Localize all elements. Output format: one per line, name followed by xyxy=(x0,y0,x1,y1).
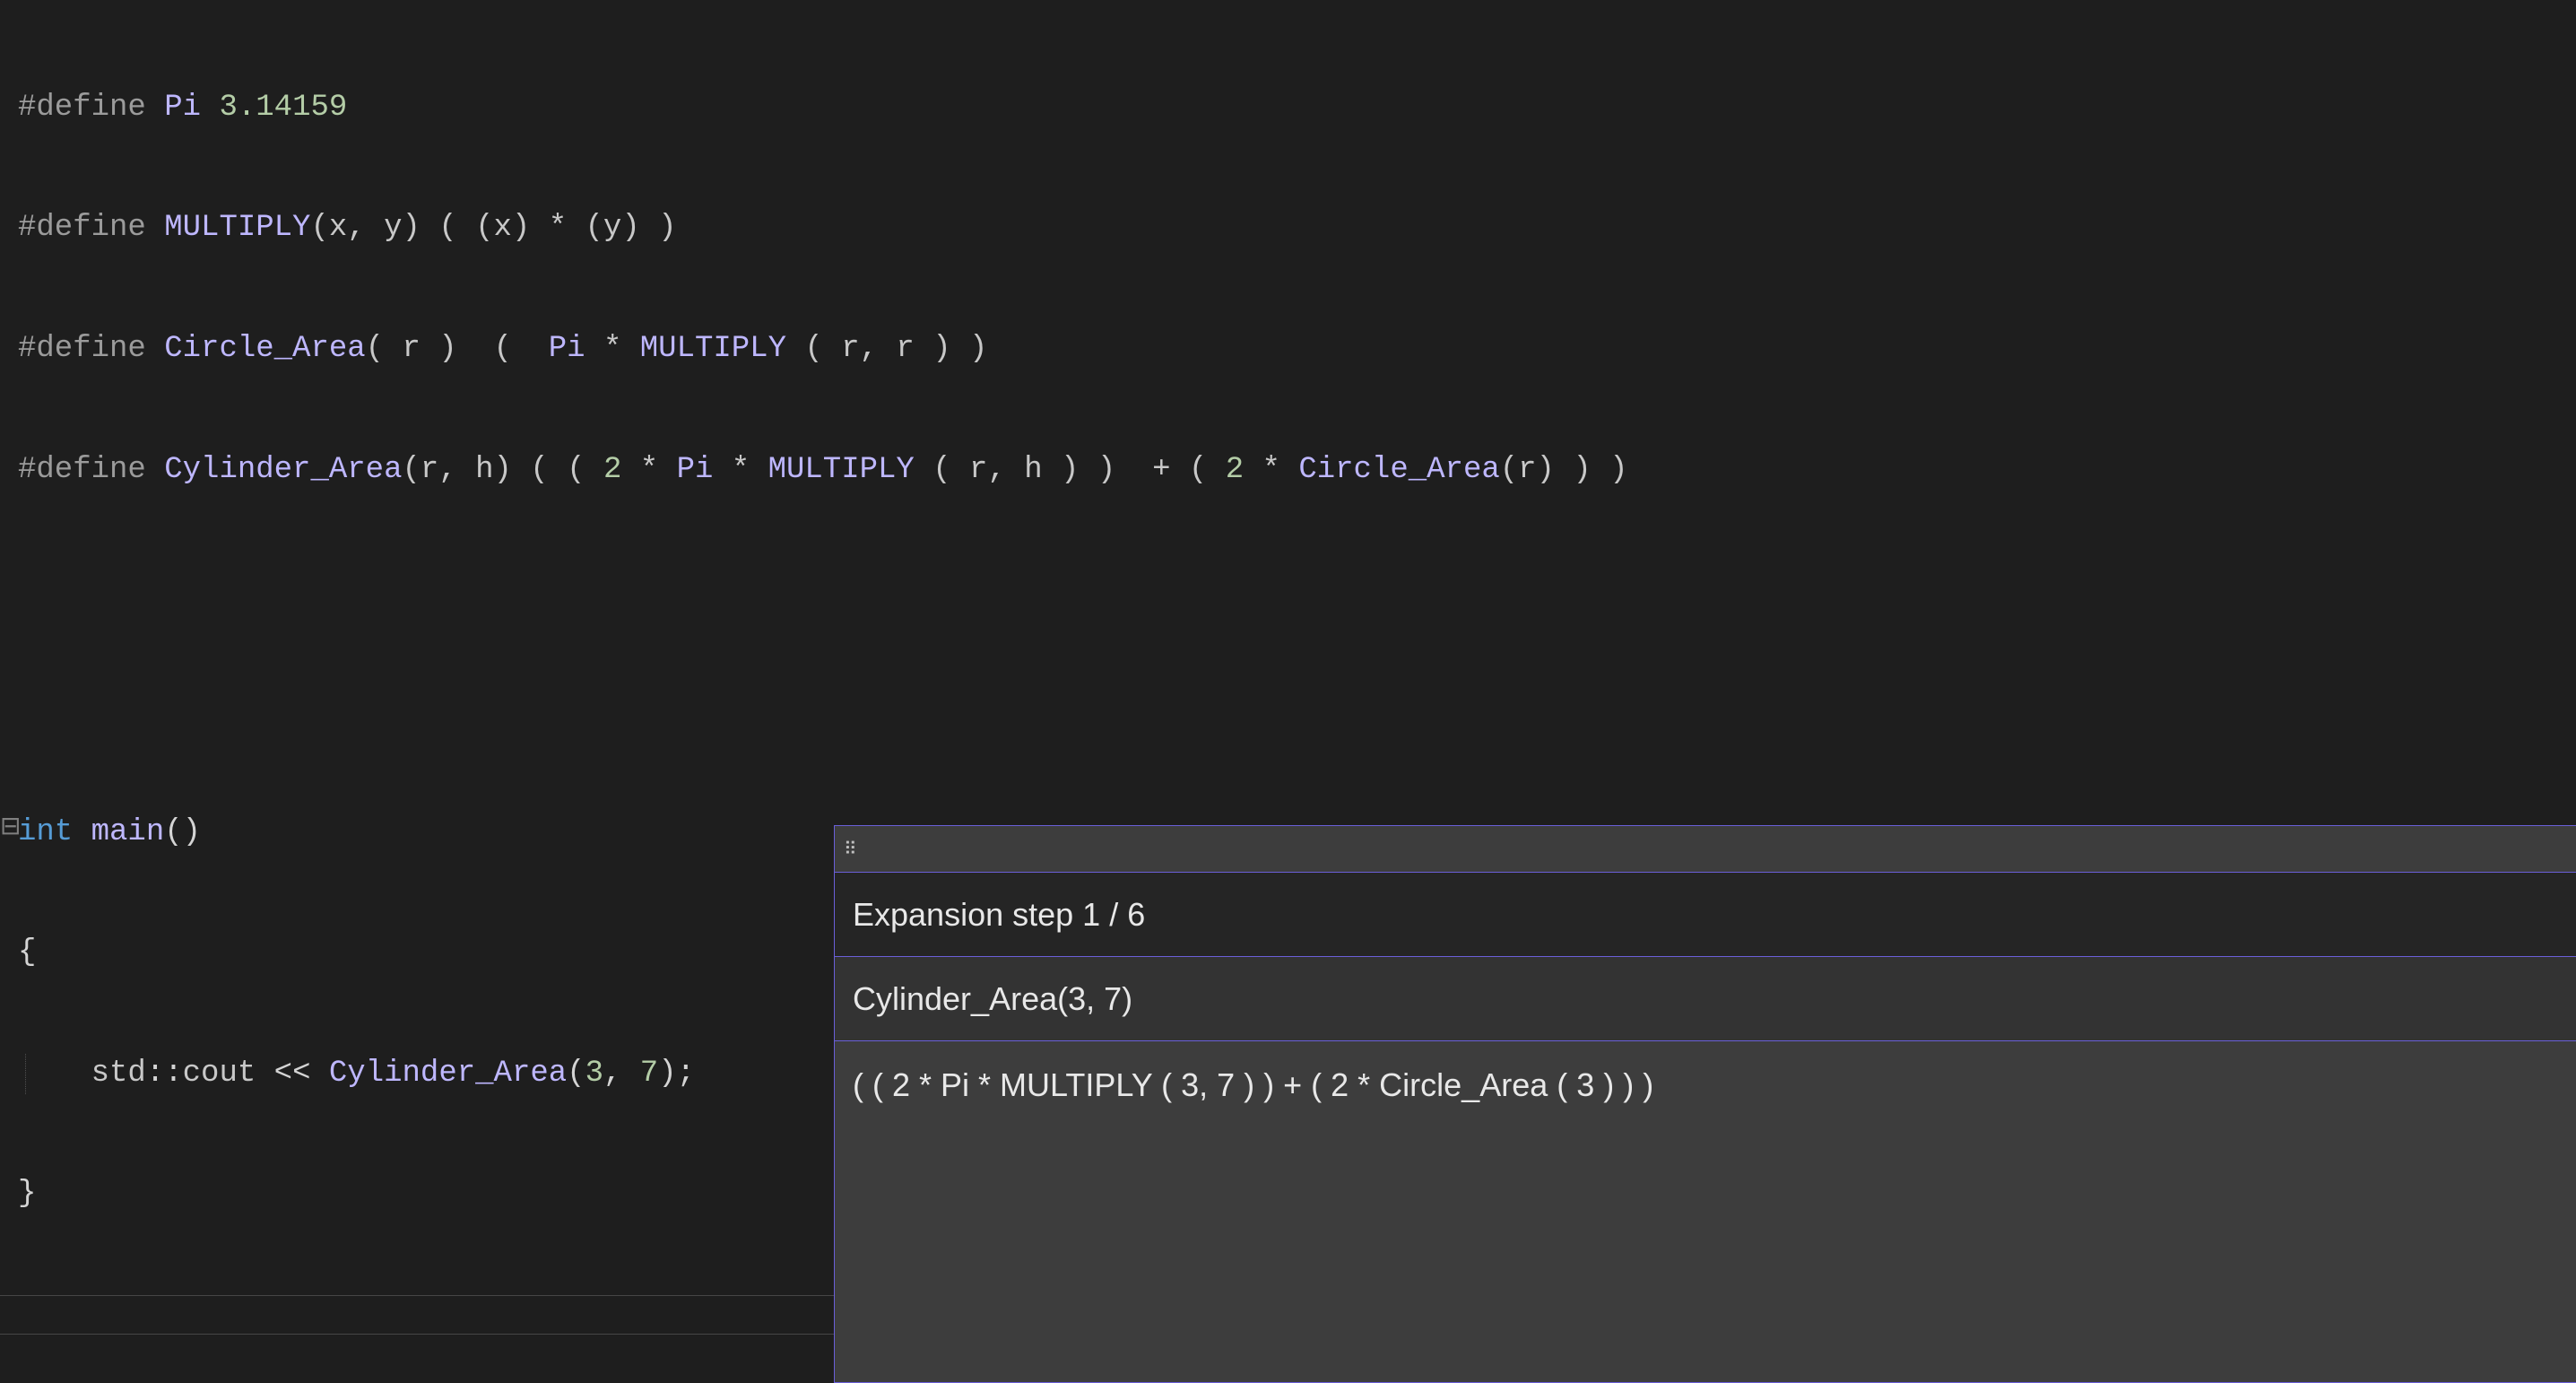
macro-body: ( xyxy=(457,332,549,366)
macro-expansion-popup: ⠿ Expansion step 1 / 6 Cylinder_Area(3, … xyxy=(834,825,2576,1383)
macro-body: ( (x) * (y) ) xyxy=(421,211,677,245)
macro-params: (x, y) xyxy=(310,211,420,245)
number-literal: 3.14159 xyxy=(201,91,347,125)
function-name: main xyxy=(91,815,165,849)
collapse-icon[interactable]: ⊟ xyxy=(0,813,21,846)
brace: } xyxy=(18,1177,36,1211)
code-line[interactable]: #define Pi 3.14159 xyxy=(0,88,2576,128)
macro-expanded-text: ( ( 2 * Pi * MULTIPLY ( 3, 7 ) ) + ( 2 *… xyxy=(853,1066,1653,1103)
macro-params: (r, h) xyxy=(402,453,511,487)
code-line[interactable]: #define MULTIPLY(x, y) ( (x) * (y) ) xyxy=(0,208,2576,248)
popup-titlebar[interactable]: ⠿ xyxy=(835,826,2576,873)
code-line[interactable]: #define Circle_Area( r ) ( Pi * MULTIPLY… xyxy=(0,329,2576,370)
code-line xyxy=(0,570,2576,611)
macro-name: MULTIPLY xyxy=(164,211,310,245)
code-line[interactable]: #define Cylinder_Area(r, h) ( ( 2 * Pi *… xyxy=(0,450,2576,491)
macro-ref: Pi xyxy=(549,332,585,366)
macro-source-row: Cylinder_Area(3, 7) xyxy=(835,957,2576,1041)
namespace: std xyxy=(91,1057,146,1091)
macro-name: Pi xyxy=(164,91,201,125)
macro-name: Circle_Area xyxy=(164,332,365,366)
macro-params: ( r ) xyxy=(366,332,457,366)
identifier: cout xyxy=(183,1057,256,1091)
macro-ref: Cylinder_Area xyxy=(329,1057,567,1091)
macro-expanded-body: ( ( 2 * Pi * MULTIPLY ( 3, 7 ) ) + ( 2 *… xyxy=(835,1041,2576,1382)
drag-handle-icon[interactable]: ⠿ xyxy=(844,838,859,861)
directive: #define xyxy=(18,91,164,125)
macro-source-text: Cylinder_Area(3, 7) xyxy=(853,980,1132,1018)
macro-name: Cylinder_Area xyxy=(164,453,402,487)
macro-ref: MULTIPLY xyxy=(640,332,786,366)
expansion-step-label: Expansion step 1 / 6 xyxy=(853,896,1145,934)
code-line xyxy=(0,692,2576,732)
structure-guide xyxy=(25,1054,26,1094)
popup-header: Expansion step 1 / 6 xyxy=(835,873,2576,957)
directive: #define xyxy=(18,453,164,487)
brace: { xyxy=(18,935,36,970)
keyword: int xyxy=(18,815,73,849)
directive: #define xyxy=(18,211,164,245)
directive: #define xyxy=(18,332,164,366)
